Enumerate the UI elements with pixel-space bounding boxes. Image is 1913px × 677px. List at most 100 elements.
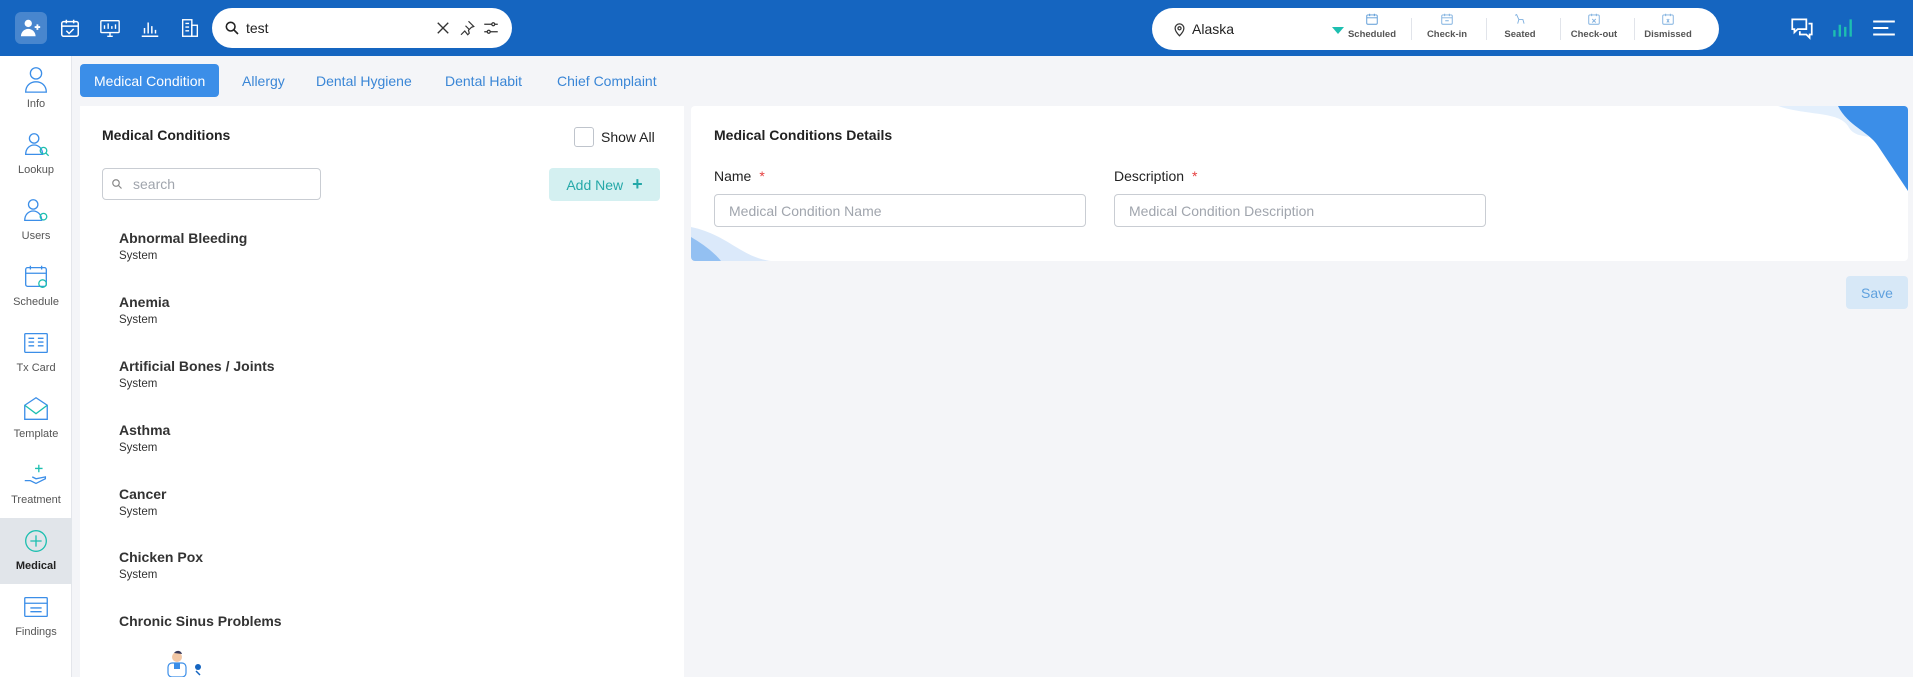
dismissed-icon xyxy=(1662,13,1674,25)
status-check-out[interactable]: Check-out xyxy=(1558,12,1630,46)
condition-name: Cancer xyxy=(119,486,167,502)
sidebar-item-label: Lookup xyxy=(17,164,55,176)
tab-dental-habit[interactable]: Dental Habit xyxy=(431,64,536,97)
panel-title: Medical Conditions xyxy=(102,127,231,143)
tab-dental-hygiene[interactable]: Dental Hygiene xyxy=(302,64,426,97)
save-button[interactable]: Save xyxy=(1846,276,1908,309)
sidebar-item-info[interactable]: Info xyxy=(0,56,72,122)
chair-icon xyxy=(1515,14,1525,24)
description-label-text: Description xyxy=(1114,168,1185,184)
monitor-chart-icon[interactable] xyxy=(94,12,126,44)
medical-condition-description-input[interactable] xyxy=(1114,194,1486,227)
sidebar-item-medical[interactable]: Medical xyxy=(0,518,72,584)
condition-name: Asthma xyxy=(119,422,171,438)
sidebar-item-template[interactable]: Template xyxy=(0,386,72,452)
sidebar: Info Lookup Users Schedule Tx Card Templ… xyxy=(0,56,72,677)
list-search-input[interactable] xyxy=(133,176,313,192)
schedule-icon xyxy=(25,265,47,288)
bar-chart-icon[interactable] xyxy=(134,12,166,44)
analytics-icon[interactable] xyxy=(1828,14,1856,42)
pin-icon[interactable] xyxy=(458,19,476,37)
condition-name: Chicken Pox xyxy=(119,549,204,565)
condition-source: System xyxy=(119,378,158,390)
condition-source: System xyxy=(119,250,158,262)
list-item[interactable]: Cancer System xyxy=(119,486,166,518)
sidebar-item-users[interactable]: Users xyxy=(0,188,72,254)
sidebar-item-schedule[interactable]: Schedule xyxy=(0,254,72,320)
list-item[interactable]: Artificial Bones / Joints System xyxy=(119,358,275,390)
list-item[interactable]: Chicken Pox System xyxy=(119,549,203,581)
name-label-text: Name xyxy=(714,168,752,184)
treatment-icon xyxy=(24,464,47,485)
status-scheduled[interactable]: Scheduled xyxy=(1336,12,1408,46)
show-all-checkbox[interactable] xyxy=(574,127,594,147)
condition-source: System xyxy=(119,314,158,326)
add-new-button[interactable]: Add New + xyxy=(549,168,660,201)
condition-name: Chronic Sinus Problems xyxy=(119,613,282,629)
global-search[interactable]: test xyxy=(212,8,512,48)
location-selector[interactable]: Alaska xyxy=(1172,8,1344,50)
add-new-label: Add New xyxy=(566,176,624,193)
decorative-wave xyxy=(691,227,771,261)
sidebar-item-label: Info xyxy=(26,98,46,110)
top-bar: test Alaska Scheduled Check-in Seated Ch… xyxy=(0,0,1913,56)
add-patient-icon[interactable] xyxy=(15,12,47,44)
tab-allergy[interactable]: Allergy xyxy=(228,64,299,97)
checkin-icon xyxy=(1441,13,1453,25)
building-icon[interactable] xyxy=(174,12,206,44)
location-name: Alaska xyxy=(1192,21,1235,37)
sidebar-item-label: Schedule xyxy=(13,296,59,308)
sidebar-item-label: Tx Card xyxy=(16,362,56,374)
status-label: Check-out xyxy=(1570,29,1618,40)
sidebar-item-findings[interactable]: Findings xyxy=(0,584,72,650)
condition-source: System xyxy=(119,442,158,454)
condition-name: Artificial Bones / Joints xyxy=(119,358,275,374)
condition-source: System xyxy=(119,569,158,581)
status-label: Dismissed xyxy=(1644,29,1692,40)
txcard-icon xyxy=(24,332,48,354)
list-search-field[interactable] xyxy=(102,168,321,200)
menu-icon[interactable] xyxy=(1870,14,1898,42)
list-item[interactable]: Anemia System xyxy=(119,294,170,326)
sidebar-item-label: Treatment xyxy=(11,494,61,506)
medical-conditions-list-panel: Medical Conditions Show All Add New + Abn… xyxy=(80,106,684,677)
list-item[interactable]: Abnormal Bleeding System xyxy=(119,230,247,262)
condition-source: System xyxy=(119,506,158,518)
checkout-icon xyxy=(1588,13,1600,25)
findings-icon xyxy=(24,596,48,618)
doctor-illustration xyxy=(167,650,201,677)
calendar-check-icon[interactable] xyxy=(54,12,86,44)
list-item[interactable]: Chronic Sinus Problems xyxy=(119,613,282,629)
users-icon xyxy=(24,199,48,222)
condition-name: Anemia xyxy=(119,294,170,310)
status-dismissed[interactable]: Dismissed xyxy=(1632,12,1704,46)
medical-condition-name-input[interactable] xyxy=(714,194,1086,227)
condition-name: Abnormal Bleeding xyxy=(119,230,248,246)
person-icon xyxy=(25,67,47,93)
sidebar-item-label: Users xyxy=(21,230,51,242)
sidebar-item-tx-card[interactable]: Tx Card xyxy=(0,320,72,386)
tab-medical-condition[interactable]: Medical Condition xyxy=(80,64,220,97)
decorative-wave xyxy=(1778,106,1908,191)
sidebar-item-label: Template xyxy=(13,428,59,440)
search-icon xyxy=(225,21,239,35)
close-icon[interactable] xyxy=(434,19,452,37)
status-label: Scheduled xyxy=(1347,29,1397,40)
filter-sliders-icon[interactable] xyxy=(482,19,500,37)
location-pin-icon xyxy=(1174,22,1185,37)
status-seated[interactable]: Seated xyxy=(1484,12,1556,46)
sidebar-item-treatment[interactable]: Treatment xyxy=(0,452,72,518)
search-icon xyxy=(112,179,122,189)
sidebar-item-lookup[interactable]: Lookup xyxy=(0,122,72,188)
status-check-in[interactable]: Check-in xyxy=(1411,12,1483,46)
status-label: Seated xyxy=(1504,29,1536,40)
chat-icon[interactable] xyxy=(1788,14,1816,42)
calendar-icon xyxy=(1366,13,1378,25)
show-all-label[interactable]: Show All xyxy=(601,129,655,145)
required-mark: * xyxy=(759,168,765,184)
list-item[interactable]: Asthma System xyxy=(119,422,170,454)
search-value[interactable]: test xyxy=(246,20,428,36)
plus-icon: + xyxy=(632,174,643,194)
tab-chief-complaint[interactable]: Chief Complaint xyxy=(543,64,671,97)
appointment-status-bar: Alaska Scheduled Check-in Seated Check-o… xyxy=(1152,8,1719,50)
